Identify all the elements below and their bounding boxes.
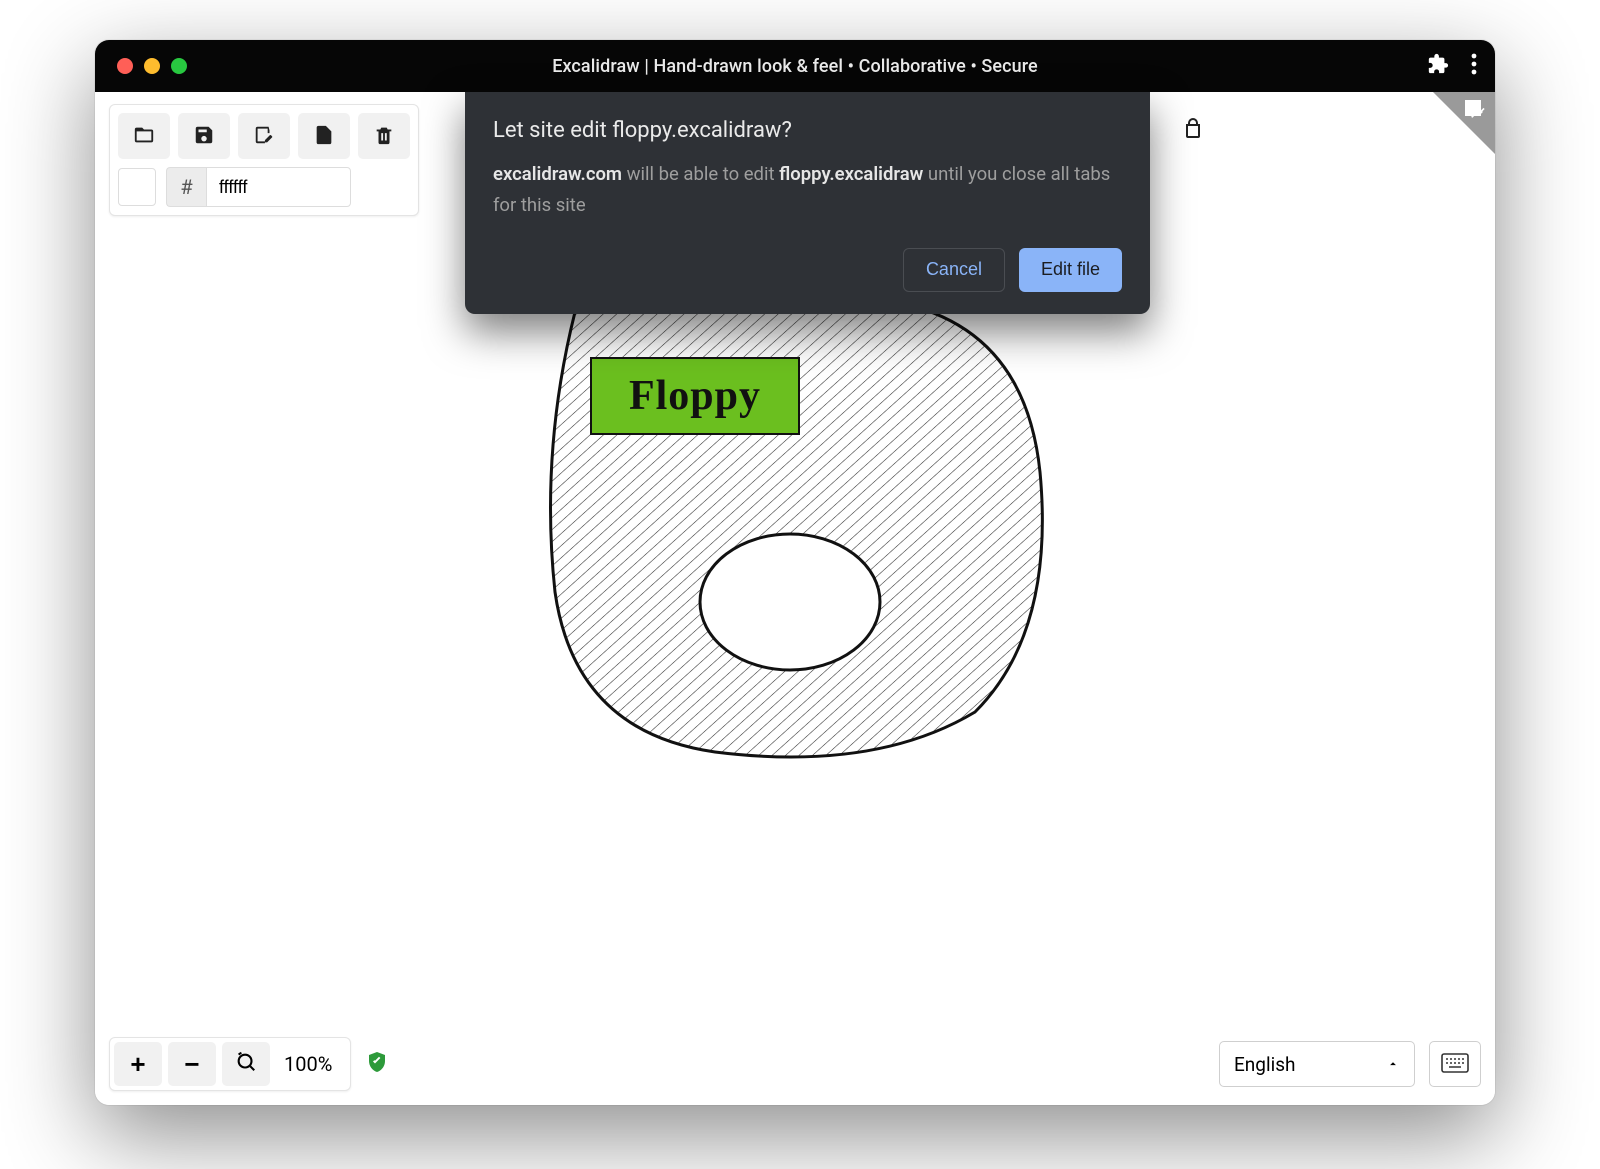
floppy-label[interactable]: Floppy xyxy=(590,357,800,435)
minus-icon: − xyxy=(184,1049,199,1080)
dialog-text-1: will be able to edit xyxy=(622,163,779,185)
app-area: # Floppy xyxy=(95,92,1495,1105)
keyboard-icon xyxy=(1441,1053,1469,1076)
close-window-button[interactable] xyxy=(117,58,133,74)
edit-file-button[interactable]: Edit file xyxy=(1019,248,1122,292)
delete-button[interactable] xyxy=(358,113,410,159)
minimize-window-button[interactable] xyxy=(144,58,160,74)
save-edit-icon xyxy=(253,124,275,149)
export-icon xyxy=(313,124,335,149)
canvas-drawing[interactable] xyxy=(515,272,1075,767)
zoom-in-button[interactable]: + xyxy=(114,1042,162,1086)
zoom-reset-icon xyxy=(235,1049,257,1080)
save-icon xyxy=(193,124,215,149)
titlebar-right xyxy=(1427,53,1477,79)
plug-icon xyxy=(1467,102,1487,126)
hex-color-input[interactable] xyxy=(206,167,351,207)
save-as-button[interactable] xyxy=(238,113,290,159)
dialog-title: Let site edit floppy.excalidraw? xyxy=(493,118,1122,143)
floppy-hole xyxy=(700,534,880,670)
bottom-right-controls: English xyxy=(1219,1041,1481,1087)
browser-window: Excalidraw | Hand-drawn look & feel • Co… xyxy=(95,40,1495,1105)
extensions-icon[interactable] xyxy=(1427,53,1449,79)
trash-icon xyxy=(373,124,395,149)
language-select[interactable]: English xyxy=(1219,1041,1415,1087)
background-color-row: # xyxy=(118,167,410,207)
folder-open-icon xyxy=(133,124,155,149)
cancel-button[interactable]: Cancel xyxy=(903,248,1005,292)
browser-menu-icon[interactable] xyxy=(1471,53,1477,79)
file-permission-dialog: Let site edit floppy.excalidraw? excalid… xyxy=(465,92,1150,314)
keyboard-shortcuts-button[interactable] xyxy=(1429,1041,1481,1087)
titlebar: Excalidraw | Hand-drawn look & feel • Co… xyxy=(95,40,1495,92)
toolbar-row-1 xyxy=(118,113,410,159)
export-button[interactable] xyxy=(298,113,350,159)
window-controls xyxy=(117,58,187,74)
zoom-percent[interactable]: 100% xyxy=(280,1052,346,1076)
plus-icon: + xyxy=(130,1049,145,1080)
dialog-domain: excalidraw.com xyxy=(493,163,622,185)
page-title: Excalidraw | Hand-drawn look & feel • Co… xyxy=(552,56,1038,77)
zoom-controls: + − 100% xyxy=(109,1037,351,1091)
hash-label: # xyxy=(166,167,206,207)
file-toolbar: # xyxy=(109,104,419,216)
color-swatch[interactable] xyxy=(118,168,156,206)
maximize-window-button[interactable] xyxy=(171,58,187,74)
lock-icon[interactable] xyxy=(1181,116,1205,144)
chevron-up-icon xyxy=(1386,1053,1400,1076)
zoom-out-button[interactable]: − xyxy=(168,1042,216,1086)
save-button[interactable] xyxy=(178,113,230,159)
dialog-filename: floppy.excalidraw xyxy=(779,163,923,185)
encryption-shield-icon[interactable] xyxy=(365,1050,389,1078)
language-selected: English xyxy=(1234,1053,1295,1076)
dialog-actions: Cancel Edit file xyxy=(493,248,1122,292)
bottom-bar: + − 100% En xyxy=(109,1037,1481,1091)
open-button[interactable] xyxy=(118,113,170,159)
dialog-body: excalidraw.com will be able to edit flop… xyxy=(493,159,1122,222)
zoom-reset-button[interactable] xyxy=(222,1042,270,1086)
